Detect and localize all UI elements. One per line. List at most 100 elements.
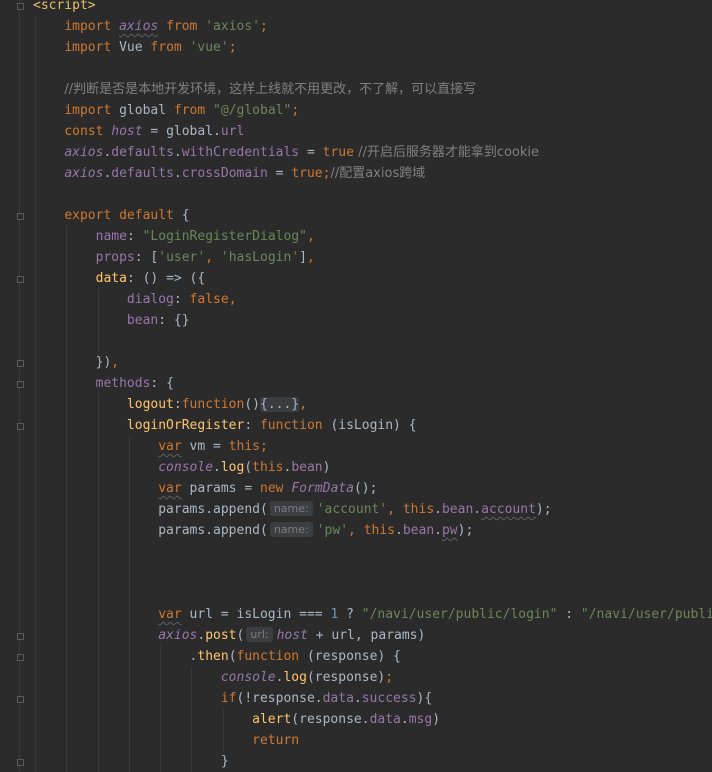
code-line[interactable]: //判断是否是本地开发环境，这样上线就不用更改，不了解，可以直接写 bbox=[33, 79, 476, 100]
code-editor[interactable]: <script> import axios from 'axios'; impo… bbox=[0, 0, 712, 772]
code-line[interactable]: axios.post(url: host + url, params) bbox=[33, 625, 425, 646]
code-token: bean bbox=[441, 502, 474, 517]
code-token: FormData bbox=[291, 481, 354, 496]
fold-marker[interactable] bbox=[17, 696, 24, 703]
code-token: console bbox=[220, 670, 276, 685]
code-line[interactable]: logout:function(){...}, bbox=[33, 394, 307, 415]
code-token: ); bbox=[457, 523, 474, 538]
code-token: "@/global" bbox=[213, 103, 292, 118]
code-token: : [ bbox=[134, 250, 159, 265]
code-token: return bbox=[252, 733, 300, 748]
code-line[interactable]: var params = new FormData(); bbox=[33, 478, 377, 499]
code-line[interactable]: console.log(this.bean) bbox=[33, 457, 330, 478]
code-token: host bbox=[111, 124, 143, 139]
code-line[interactable]: console.log(response); bbox=[33, 667, 393, 688]
code-line[interactable]: }), bbox=[33, 352, 119, 373]
code-line[interactable]: return bbox=[33, 730, 299, 751]
code-token: this bbox=[402, 502, 435, 517]
code-token: axios bbox=[119, 19, 159, 34]
code-token: } bbox=[220, 754, 229, 769]
code-line[interactable]: params.append(name:'pw', this.bean.pw); bbox=[33, 520, 473, 541]
code-token: . bbox=[400, 712, 409, 727]
code-line[interactable]: props: ['user', 'hasLogin'], bbox=[33, 247, 315, 268]
code-line[interactable]: axios.defaults.withCredentials = true //… bbox=[33, 142, 539, 163]
code-token: , bbox=[205, 250, 221, 265]
code-token: 'vue' bbox=[189, 40, 229, 55]
code-line[interactable]: .then(function (response) { bbox=[33, 646, 401, 667]
fold-marker[interactable] bbox=[17, 633, 24, 640]
code-line[interactable]: <script> bbox=[33, 0, 96, 16]
code-line[interactable]: var vm = this; bbox=[33, 436, 268, 457]
code-line[interactable]: params.append(name:'account', this.bean.… bbox=[33, 499, 552, 520]
code-token: + url, params) bbox=[307, 628, 426, 643]
code-line[interactable]: methods: { bbox=[33, 373, 174, 394]
code-token: ; bbox=[228, 40, 237, 55]
fold-marker[interactable] bbox=[17, 759, 24, 766]
code-token: : bbox=[557, 607, 581, 622]
code-line[interactable]: } bbox=[33, 751, 229, 772]
code-token: Vue bbox=[119, 40, 143, 55]
code-token: withCredentials bbox=[181, 145, 300, 160]
code-line[interactable]: loginOrRegister: function (isLogin) { bbox=[33, 415, 417, 436]
fold-marker[interactable] bbox=[17, 654, 24, 661]
fold-marker[interactable] bbox=[17, 213, 24, 220]
code-token: . bbox=[213, 460, 221, 475]
fold-marker[interactable] bbox=[17, 276, 24, 283]
code-token: . bbox=[173, 145, 182, 160]
code-line[interactable]: export default { bbox=[33, 205, 189, 226]
code-token: global bbox=[119, 103, 167, 118]
code-token: ( bbox=[236, 628, 245, 643]
code-line[interactable]: const host = global.url bbox=[33, 121, 244, 142]
code-token: msg bbox=[408, 712, 433, 727]
code-line[interactable]: import axios from 'axios'; bbox=[33, 16, 268, 37]
code-token: url bbox=[220, 124, 245, 139]
code-token: : { bbox=[150, 376, 174, 391]
fold-marker[interactable] bbox=[17, 3, 24, 10]
code-token: host bbox=[276, 628, 308, 643]
code-token: post bbox=[205, 628, 237, 643]
code-line[interactable]: name: "LoginRegisterDialog", bbox=[33, 226, 315, 247]
code-token: success bbox=[361, 691, 417, 706]
code-token: console bbox=[158, 460, 214, 475]
code-token: crossDomain bbox=[181, 166, 268, 181]
code-token: methods bbox=[95, 376, 151, 391]
code-token: 'axios' bbox=[205, 19, 261, 34]
code-token: axios bbox=[158, 628, 198, 643]
fold-marker[interactable] bbox=[17, 423, 24, 430]
code-token: account bbox=[481, 502, 536, 517]
code-token: {...} bbox=[260, 397, 300, 412]
code-token: (response. bbox=[291, 712, 370, 727]
code-line[interactable]: axios.defaults.crossDomain = true;//配置ax… bbox=[33, 163, 425, 184]
code-token: : bbox=[244, 418, 260, 433]
code-token: ( bbox=[228, 649, 237, 664]
code-token: import bbox=[64, 40, 120, 55]
code-token: : bbox=[173, 292, 190, 307]
fold-marker[interactable] bbox=[17, 360, 24, 367]
code-line[interactable]: if(!response.data.success){ bbox=[33, 688, 432, 709]
code-token: bean bbox=[291, 460, 323, 475]
code-token: <script> bbox=[33, 0, 96, 13]
code-token: . bbox=[353, 691, 362, 706]
code-line[interactable]: bean: {} bbox=[33, 310, 190, 331]
code-line[interactable]: data: () => ({ bbox=[33, 268, 206, 289]
code-line[interactable]: dialog: false, bbox=[33, 289, 237, 310]
code-token: if bbox=[220, 691, 237, 706]
code-line[interactable]: var url = isLogin === 1 ? "/navi/user/pu… bbox=[33, 604, 712, 625]
code-token: , bbox=[111, 355, 120, 370]
code-token: : bbox=[126, 229, 143, 244]
code-token: dialog bbox=[126, 292, 174, 307]
code-line[interactable]: import Vue from 'vue'; bbox=[33, 37, 237, 58]
code-token: = bbox=[267, 166, 292, 181]
fold-marker[interactable] bbox=[17, 381, 24, 388]
code-line[interactable]: alert(response.data.msg) bbox=[33, 709, 440, 730]
code-line[interactable]: import global from "@/global"; bbox=[33, 100, 299, 121]
code-token: import bbox=[64, 103, 120, 118]
